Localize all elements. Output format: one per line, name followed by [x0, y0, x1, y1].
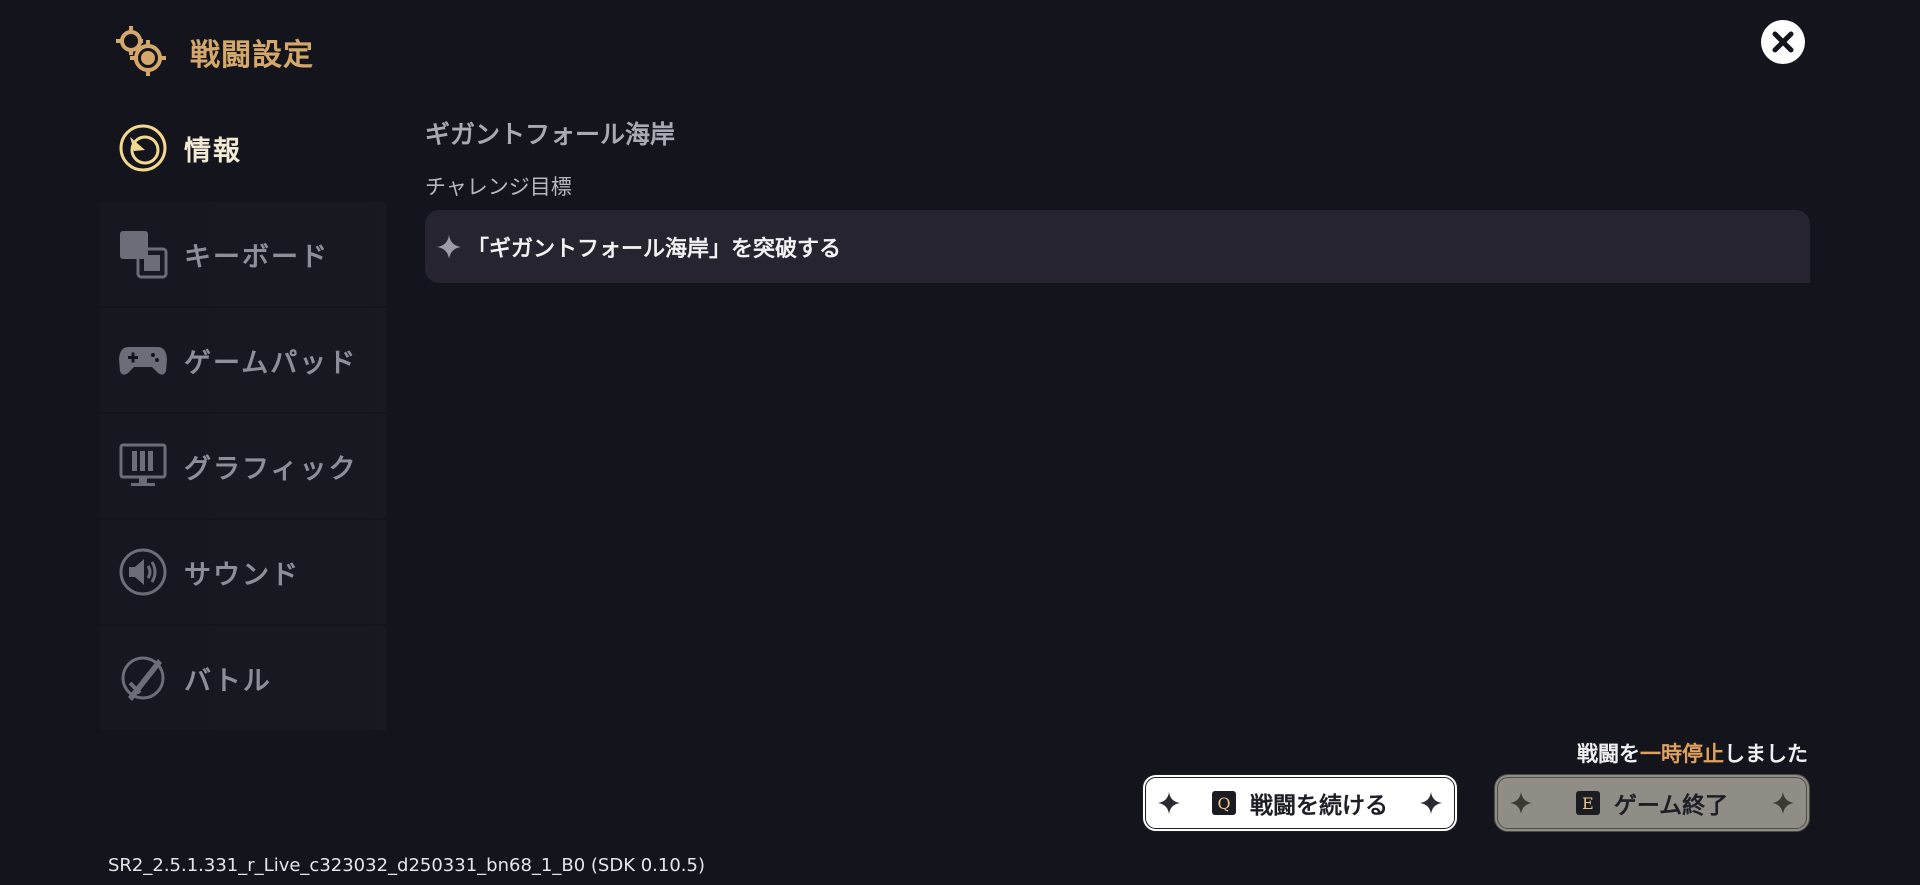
battle-icon: [118, 653, 168, 703]
sidebar-item-graphics[interactable]: グラフィック: [100, 414, 386, 518]
continue-battle-content: Q 戦闘を続ける: [1212, 786, 1388, 820]
pause-status-suffix: しました: [1724, 742, 1808, 766]
sidebar-item-label: 情報: [184, 135, 242, 167]
info-panel: ギガントフォール海岸 チャレンジ目標 「ギガントフォール海岸」を突破する: [425, 118, 1810, 283]
quit-game-content: E ゲーム終了: [1575, 786, 1729, 820]
sidebar-item-battle[interactable]: バトル: [100, 626, 386, 730]
key-hint-e: E: [1575, 791, 1600, 815]
sidebar-item-gamepad[interactable]: ゲームパッド: [100, 308, 386, 412]
gears-icon: [116, 26, 166, 76]
quit-game-label: ゲーム終了: [1613, 793, 1729, 819]
pause-status-highlight: 一時停止: [1640, 742, 1724, 766]
key-hint-q: Q: [1212, 791, 1236, 815]
info-icon: [118, 123, 168, 173]
sidebar-item-keyboard[interactable]: キーボード: [100, 202, 386, 306]
gamepad-icon: [118, 335, 168, 385]
pause-status: 戦闘を一時停止しました: [1577, 738, 1808, 768]
sidebar-item-label: グラフィック: [184, 453, 358, 485]
continue-battle-button[interactable]: Q 戦闘を続ける: [1142, 774, 1458, 832]
sidebar-item-label: サウンド: [184, 559, 300, 591]
sidebar-item-label: ゲームパッド: [184, 347, 358, 379]
sparkle-icon: [1772, 792, 1794, 814]
keyboard-icon: [118, 229, 168, 279]
close-button[interactable]: [1761, 20, 1805, 64]
sparkle-icon: [1510, 792, 1532, 814]
sparkle-icon: [1158, 792, 1180, 814]
page-title: 戦闘設定: [190, 38, 314, 73]
objective-row: 「ギガントフォール海岸」を突破する: [425, 210, 1810, 283]
settings-header: 戦闘設定: [112, 22, 314, 82]
settings-sidebar: 情報 キーボード ゲームパッド グラフィック サウンド バトル: [100, 96, 386, 732]
stage-title: ギガントフォール海岸: [425, 120, 676, 149]
close-icon: [1772, 31, 1794, 53]
sidebar-item-label: バトル: [184, 665, 272, 697]
objective-text: 「ギガントフォール海岸」を突破する: [467, 236, 842, 262]
sidebar-item-info[interactable]: 情報: [100, 96, 386, 200]
version-string: SR2_2.5.1.331_r_Live_c323032_d250331_bn6…: [108, 855, 705, 876]
graphics-icon: [118, 441, 168, 491]
sidebar-item-sound[interactable]: サウンド: [100, 520, 386, 624]
sound-icon: [118, 547, 168, 597]
sparkle-icon: [437, 234, 461, 259]
sidebar-item-label: キーボード: [184, 241, 329, 273]
quit-game-button[interactable]: E ゲーム終了: [1494, 774, 1810, 832]
pause-status-prefix: 戦闘を: [1577, 742, 1640, 766]
continue-battle-label: 戦闘を続ける: [1250, 793, 1388, 819]
sparkle-icon: [1420, 792, 1442, 814]
challenge-goal-label: チャレンジ目標: [425, 175, 572, 199]
